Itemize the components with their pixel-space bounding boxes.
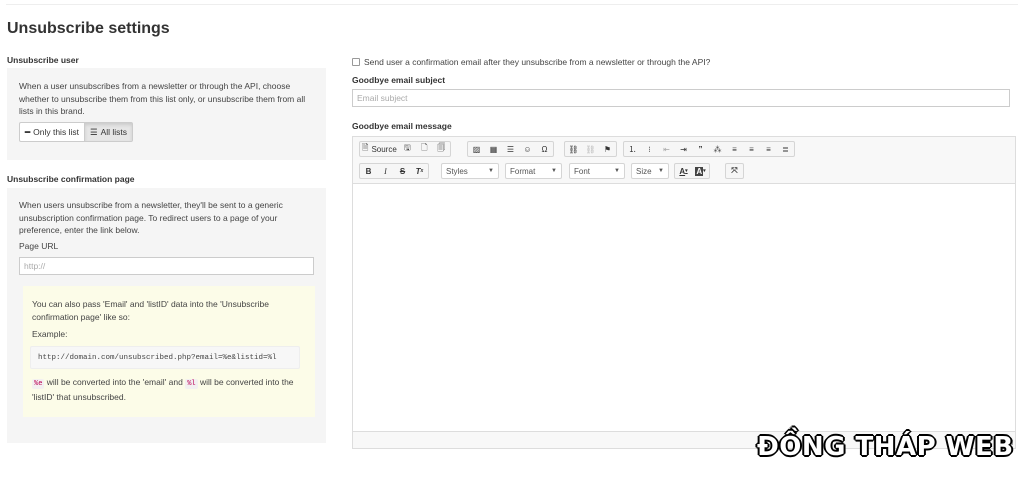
toolbar-group-basic: B I S Tx xyxy=(359,163,429,179)
strikethrough-icon[interactable]: S xyxy=(394,164,411,178)
decrease-indent-icon[interactable]: ⇤ xyxy=(658,142,675,156)
send-confirmation-checkbox[interactable] xyxy=(352,58,360,66)
list-icon: ☰ xyxy=(89,126,98,137)
text-color-icon[interactable]: A ▾ xyxy=(675,164,692,178)
email-tag: %e xyxy=(32,379,45,389)
all-lists-button[interactable]: ☰ All lists xyxy=(83,123,133,141)
example-code: http://domain.com/unsubscribed.php?email… xyxy=(38,354,277,362)
new-page-icon[interactable]: 🗋 xyxy=(416,142,433,156)
unlink-icon[interactable]: ⛓ xyxy=(582,142,599,156)
goodbye-message-label: Goodbye email message xyxy=(352,121,452,131)
blockquote-icon[interactable]: ” xyxy=(692,142,709,156)
chevron-down-icon: ▼ xyxy=(614,168,620,174)
div-container-icon[interactable]: ⁂ xyxy=(709,142,726,156)
unsubscribe-scope-toggle: ━ Only this list ☰ All lists xyxy=(19,122,134,142)
minus-icon: ━ xyxy=(25,126,31,137)
unsubscribe-user-heading: Unsubscribe user xyxy=(7,55,79,65)
example-label: Example: xyxy=(32,329,68,339)
save-icon[interactable]: 🖫 xyxy=(399,142,416,156)
font-dropdown[interactable]: Font ▼ xyxy=(569,163,625,179)
only-this-list-button[interactable]: ━ Only this list xyxy=(20,123,84,141)
smiley-icon[interactable]: ☺ xyxy=(519,142,536,156)
table-icon[interactable]: ▦ xyxy=(485,142,502,156)
all-lists-label: All lists xyxy=(100,127,128,137)
numbered-list-icon[interactable]: ⒈ xyxy=(624,142,641,156)
bullet-list-icon[interactable]: ⁝ xyxy=(641,142,658,156)
increase-indent-icon[interactable]: ⇥ xyxy=(675,142,692,156)
bold-icon[interactable]: B xyxy=(360,164,377,178)
source-icon: 🗎 xyxy=(362,143,369,152)
italic-icon[interactable]: I xyxy=(377,164,394,178)
confirmation-page-description: When users unsubscribe from a newsletter… xyxy=(19,200,283,235)
confirmation-page-heading: Unsubscribe confirmation page xyxy=(7,174,135,184)
format-label: Format xyxy=(510,166,536,176)
font-label: Font xyxy=(574,166,591,176)
tag-text-middle: will be converted into the 'email' and xyxy=(46,377,183,387)
unsubscribe-user-description: When a user unsubscribes from a newslett… xyxy=(19,81,306,116)
only-this-list-label: Only this list xyxy=(33,127,79,137)
size-label: Size xyxy=(636,166,652,176)
size-dropdown[interactable]: Size ▼ xyxy=(631,163,669,179)
send-confirmation-label: Send user a confirmation email after the… xyxy=(364,57,711,67)
horizontal-line-icon[interactable]: ☰ xyxy=(502,142,519,156)
styles-label: Styles xyxy=(446,166,468,176)
justify-icon[interactable]: ≣ xyxy=(777,142,794,156)
page-title: Unsubscribe settings xyxy=(7,20,170,37)
chevron-down-icon: ▼ xyxy=(658,168,664,174)
image-icon[interactable]: ▨ xyxy=(468,142,485,156)
align-left-icon[interactable]: ≡ xyxy=(726,142,743,156)
toolbar-group-insert: ▨ ▦ ☰ ☺ Ω xyxy=(467,141,554,157)
goodbye-subject-input[interactable] xyxy=(357,90,1009,106)
page-url-label: Page URL xyxy=(19,241,59,251)
rich-text-editor: 🗎 Source 🖫 🗋 🗐 ▨ ▦ ☰ ☺ Ω ⛓ ⛓ ⚑ ⒈ ⁝ ⇤ ⇥ ” … xyxy=(352,136,1016,449)
page-url-field[interactable] xyxy=(19,257,314,275)
toolbar-group-document: 🗎 Source 🖫 🗋 🗐 xyxy=(359,141,451,157)
source-label: Source xyxy=(371,144,397,154)
special-char-icon[interactable]: Ω xyxy=(536,142,553,156)
editor-content-area[interactable] xyxy=(353,184,1015,431)
preview-icon[interactable]: 🗐 xyxy=(433,142,450,156)
list-tag: %l xyxy=(185,379,198,389)
top-divider xyxy=(6,4,1018,5)
tag-explanation: %e will be converted into the 'email' an… xyxy=(32,376,307,403)
toolbar-group-colors: A ▾ A ▾ xyxy=(674,163,710,179)
anchor-icon[interactable]: ⚑ xyxy=(599,142,616,156)
maximize-icon[interactable]: ⤧ xyxy=(726,164,743,178)
toolbar-group-lists: ⒈ ⁝ ⇤ ⇥ ” ⁂ ≡ ≡ ≡ ≣ xyxy=(623,141,795,157)
goodbye-subject-field[interactable] xyxy=(352,89,1010,107)
source-button[interactable]: 🗎 Source xyxy=(360,142,399,156)
chevron-down-icon: ▼ xyxy=(551,168,557,174)
toolbar-group-link: ⛓ ⛓ ⚑ xyxy=(564,141,617,157)
goodbye-subject-label: Goodbye email subject xyxy=(352,75,446,85)
page-url-input[interactable] xyxy=(24,258,313,274)
remove-format-icon[interactable]: Tx xyxy=(411,164,428,178)
styles-dropdown[interactable]: Styles ▼ xyxy=(441,163,499,179)
editor-toolbar: 🗎 Source 🖫 🗋 🗐 ▨ ▦ ☰ ☺ Ω ⛓ ⛓ ⚑ ⒈ ⁝ ⇤ ⇥ ” … xyxy=(353,137,1015,184)
tip-text: You can also pass 'Email' and 'listID' d… xyxy=(32,299,269,322)
align-center-icon[interactable]: ≡ xyxy=(743,142,760,156)
align-right-icon[interactable]: ≡ xyxy=(760,142,777,156)
format-dropdown[interactable]: Format ▼ xyxy=(505,163,562,179)
chevron-down-icon: ▼ xyxy=(488,168,494,174)
link-icon[interactable]: ⛓ xyxy=(565,142,582,156)
watermark-logo: ĐỒNG THÁP WEB xyxy=(757,432,1014,462)
background-color-icon[interactable]: A ▾ xyxy=(692,164,709,178)
toolbar-group-tools: ⤧ xyxy=(725,163,744,179)
